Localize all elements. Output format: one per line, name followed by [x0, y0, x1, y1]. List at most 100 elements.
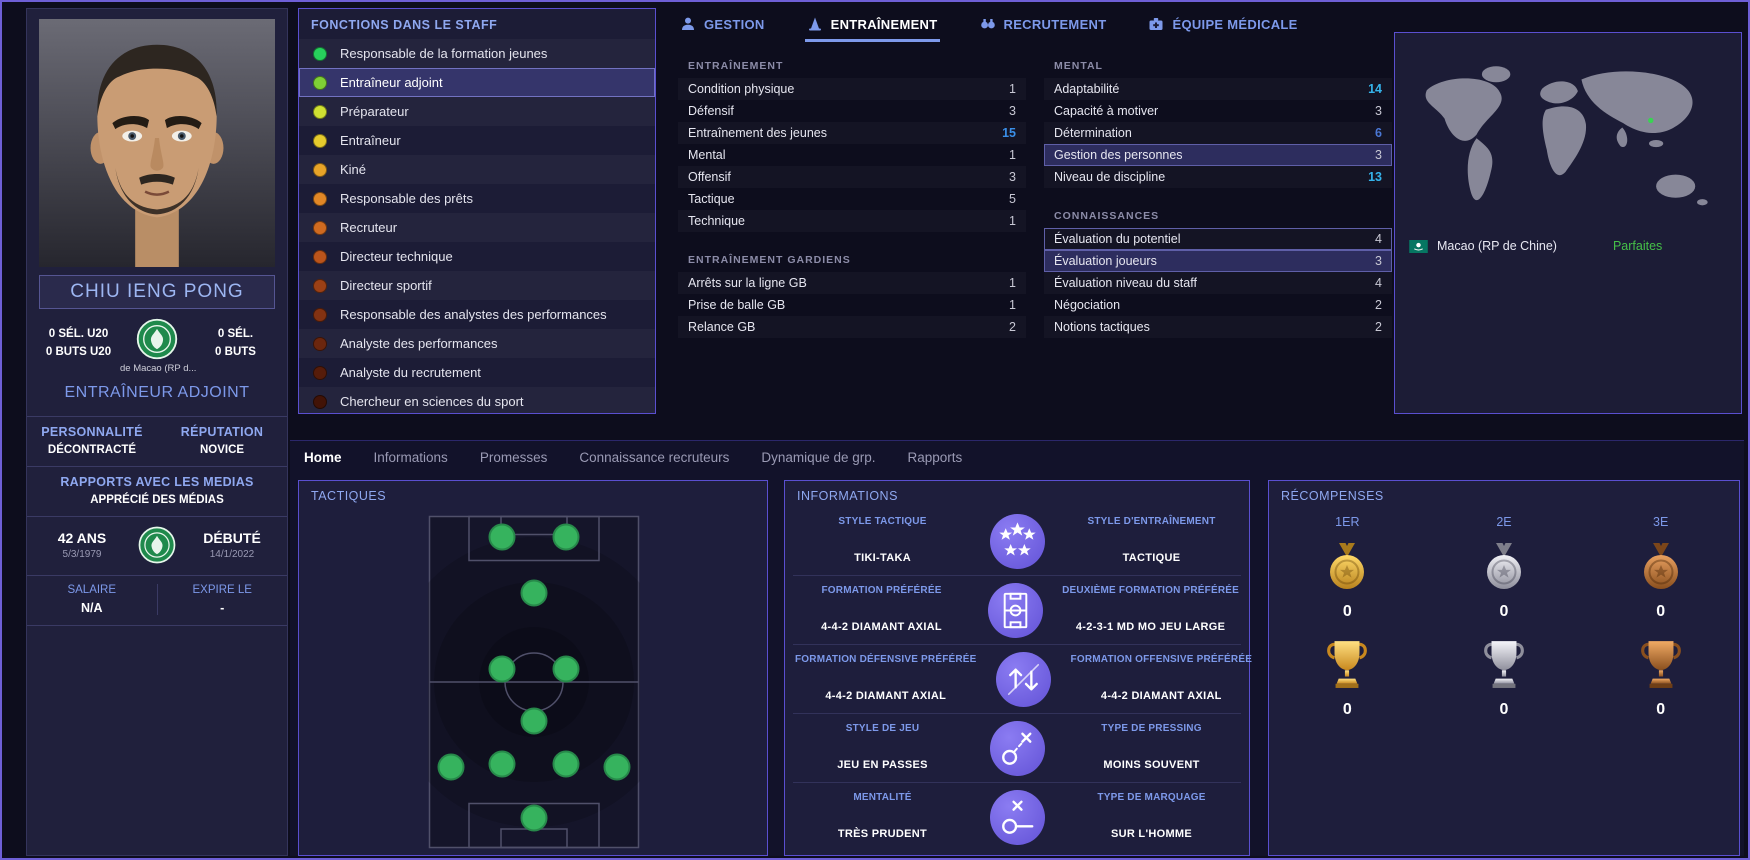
attribute-tabs: GESTION ENTRAÎNEMENT RECRUTEMENT ÉQUIPE … [678, 10, 1300, 42]
attribute-row: Technique1 [678, 210, 1026, 232]
suitability-dot [313, 366, 327, 380]
player-dot-goalkeeper [522, 806, 547, 831]
senior-record: 0 SÉL. 0 BUTS [194, 317, 277, 362]
place-header: 1ER [1335, 515, 1359, 529]
attribute-row: Notions tactiques2 [1044, 316, 1392, 338]
attribute-row: Tactique5 [678, 188, 1026, 210]
player-dot-left-back [439, 755, 464, 780]
staff-role-item-selected[interactable]: Entraîneur adjoint [299, 68, 655, 97]
tab-rapports[interactable]: Rapports [908, 450, 963, 465]
attribute-name: Gestion des personnes [1054, 144, 1183, 166]
staff-role-item[interactable]: Chercheur en sciences du sport [299, 387, 655, 414]
attribute-name: Offensif [688, 166, 731, 188]
staff-roles-panel: FONCTIONS DANS LE STAFF Responsable de l… [298, 8, 656, 414]
tab-equipe-medicale[interactable]: ÉQUIPE MÉDICALE [1146, 10, 1299, 42]
staff-roles-title: FONCTIONS DANS LE STAFF [299, 9, 655, 39]
bronze-medal-icon [1640, 543, 1682, 591]
informations-panel-title: INFORMATIONS [797, 489, 898, 503]
tab-informations[interactable]: Informations [374, 450, 448, 465]
staff-role-item[interactable]: Recruteur [299, 213, 655, 242]
awards-third-place: 3E 0 [1582, 509, 1739, 719]
staff-role-item[interactable]: Analyste des performances [299, 329, 655, 358]
awards-panel-title: RÉCOMPENSES [1281, 489, 1384, 503]
binoculars-icon [980, 16, 996, 32]
info-label: DEUXIÈME FORMATION PRÉFÉRÉE [1062, 585, 1239, 596]
attribute-value: 4 [1375, 272, 1382, 294]
player-dot-striker-left [490, 525, 515, 550]
tab-promesses[interactable]: Promesses [480, 450, 548, 465]
world-knowledge-panel: Macao (RP de Chine) Parfaites [1394, 32, 1742, 414]
info-row: STYLE DE JEU JEU EN PASSES TYPE DE PRESS… [793, 713, 1241, 782]
info-row: FORMATION PRÉFÉRÉE 4-4-2 DIAMANT AXIAL D… [793, 575, 1241, 644]
club-badge-icon [137, 525, 177, 565]
tab-entrainement[interactable]: ENTRAÎNEMENT [805, 10, 940, 42]
attribute-name: Mental [688, 144, 726, 166]
trophy-count: 0 [1500, 701, 1509, 719]
attribute-name: Évaluation du potentiel [1054, 228, 1180, 250]
staff-sidebar: CHIU IENG PONG 0 SÉL. U20 0 BUTS U20 de … [26, 8, 288, 856]
info-value: JEU EN PASSES [795, 759, 970, 771]
attribute-value: 15 [1002, 122, 1016, 144]
attribute-name: Détermination [1054, 122, 1132, 144]
staff-role-item[interactable]: Entraîneur [299, 126, 655, 155]
attribute-row-highlighted: Gestion des personnes3 [1044, 144, 1392, 166]
medal-count: 0 [1343, 603, 1352, 621]
tab-connaissance-recruteurs[interactable]: Connaissance recruteurs [579, 450, 729, 465]
staff-role-item[interactable]: Préparateur [299, 97, 655, 126]
attribute-value: 1 [1009, 294, 1016, 316]
attribute-row: Condition physique1 [678, 78, 1026, 100]
info-label: MENTALITÉ [795, 792, 970, 803]
macau-map-marker [1648, 118, 1653, 123]
attribute-name: Adaptabilité [1054, 78, 1119, 100]
media-value: APPRÉCIÉ DES MÉDIAS [27, 494, 287, 506]
world-map [1409, 47, 1729, 233]
awards-second-place: 2E 0 [1426, 509, 1583, 719]
attribute-name: Entraînement des jeunes [688, 122, 827, 144]
player-dot-attacking-mid [522, 581, 547, 606]
silver-medal-icon [1483, 543, 1525, 591]
attribute-row: Négociation2 [1044, 294, 1392, 316]
player-dot-centre-back-right [554, 752, 579, 777]
suitability-dot [313, 192, 327, 206]
attribute-value: 13 [1368, 166, 1382, 188]
attribute-row: Capacité à motiver3 [1044, 100, 1392, 122]
staff-role-item[interactable]: Directeur sportif [299, 271, 655, 300]
attribute-name: Capacité à motiver [1054, 100, 1158, 122]
attribute-row: Évaluation niveau du staff4 [1044, 272, 1392, 294]
staff-role-item[interactable]: Responsable des analystes des performanc… [299, 300, 655, 329]
staff-role-item[interactable]: Responsable de la formation jeunes [299, 39, 655, 68]
joined-date: 14/1/2022 [177, 549, 287, 560]
personality-reputation-section: PERSONNALITÉ DÉCONTRACTÉ RÉPUTATION NOVI… [27, 417, 287, 467]
salary-value: N/A [27, 601, 157, 615]
attribute-row-highlighted: Évaluation du potentiel4 [1044, 228, 1392, 250]
personality-label: PERSONNALITÉ [27, 425, 157, 439]
info-value: TIKI-TAKA [795, 552, 970, 564]
staff-role-item[interactable]: Directeur technique [299, 242, 655, 271]
club-badge-icon [120, 317, 194, 361]
tab-recrutement[interactable]: RECRUTEMENT [978, 10, 1109, 42]
gold-medal-icon [1326, 543, 1368, 591]
tab-dynamique[interactable]: Dynamique de grp. [761, 450, 875, 465]
info-value: 4-4-2 DIAMANT AXIAL [795, 690, 977, 702]
attribute-name: Prise de balle GB [688, 294, 785, 316]
player-dot-centre-mid-right [554, 657, 579, 682]
media-label: RAPPORTS AVEC LES MEDIAS [27, 475, 287, 489]
birth-date: 5/3/1979 [27, 549, 137, 560]
reputation-label: RÉPUTATION [157, 425, 287, 439]
tab-gestion[interactable]: GESTION [678, 10, 767, 42]
place-header: 2E [1496, 515, 1511, 529]
attribute-value: 14 [1368, 78, 1382, 100]
attribute-name: Condition physique [688, 78, 794, 100]
profile-subtabs: Home Informations Promesses Connaissance… [304, 450, 962, 465]
staff-role-item[interactable]: Responsable des prêts [299, 184, 655, 213]
tab-home[interactable]: Home [304, 450, 342, 465]
attribute-value: 3 [1009, 100, 1016, 122]
staff-role-item[interactable]: Analyste du recrutement [299, 358, 655, 387]
attribute-row: Arrêts sur la ligne GB1 [678, 272, 1026, 294]
suitability-dot [313, 105, 327, 119]
info-row: MENTALITÉ TRÈS PRUDENT TYPE DE MARQUAGE … [793, 782, 1241, 851]
staff-role-item[interactable]: Kiné [299, 155, 655, 184]
age-value: 42 ANS [27, 530, 137, 546]
player-dot-centre-back-left [490, 752, 515, 777]
silver-trophy-icon [1481, 637, 1527, 689]
